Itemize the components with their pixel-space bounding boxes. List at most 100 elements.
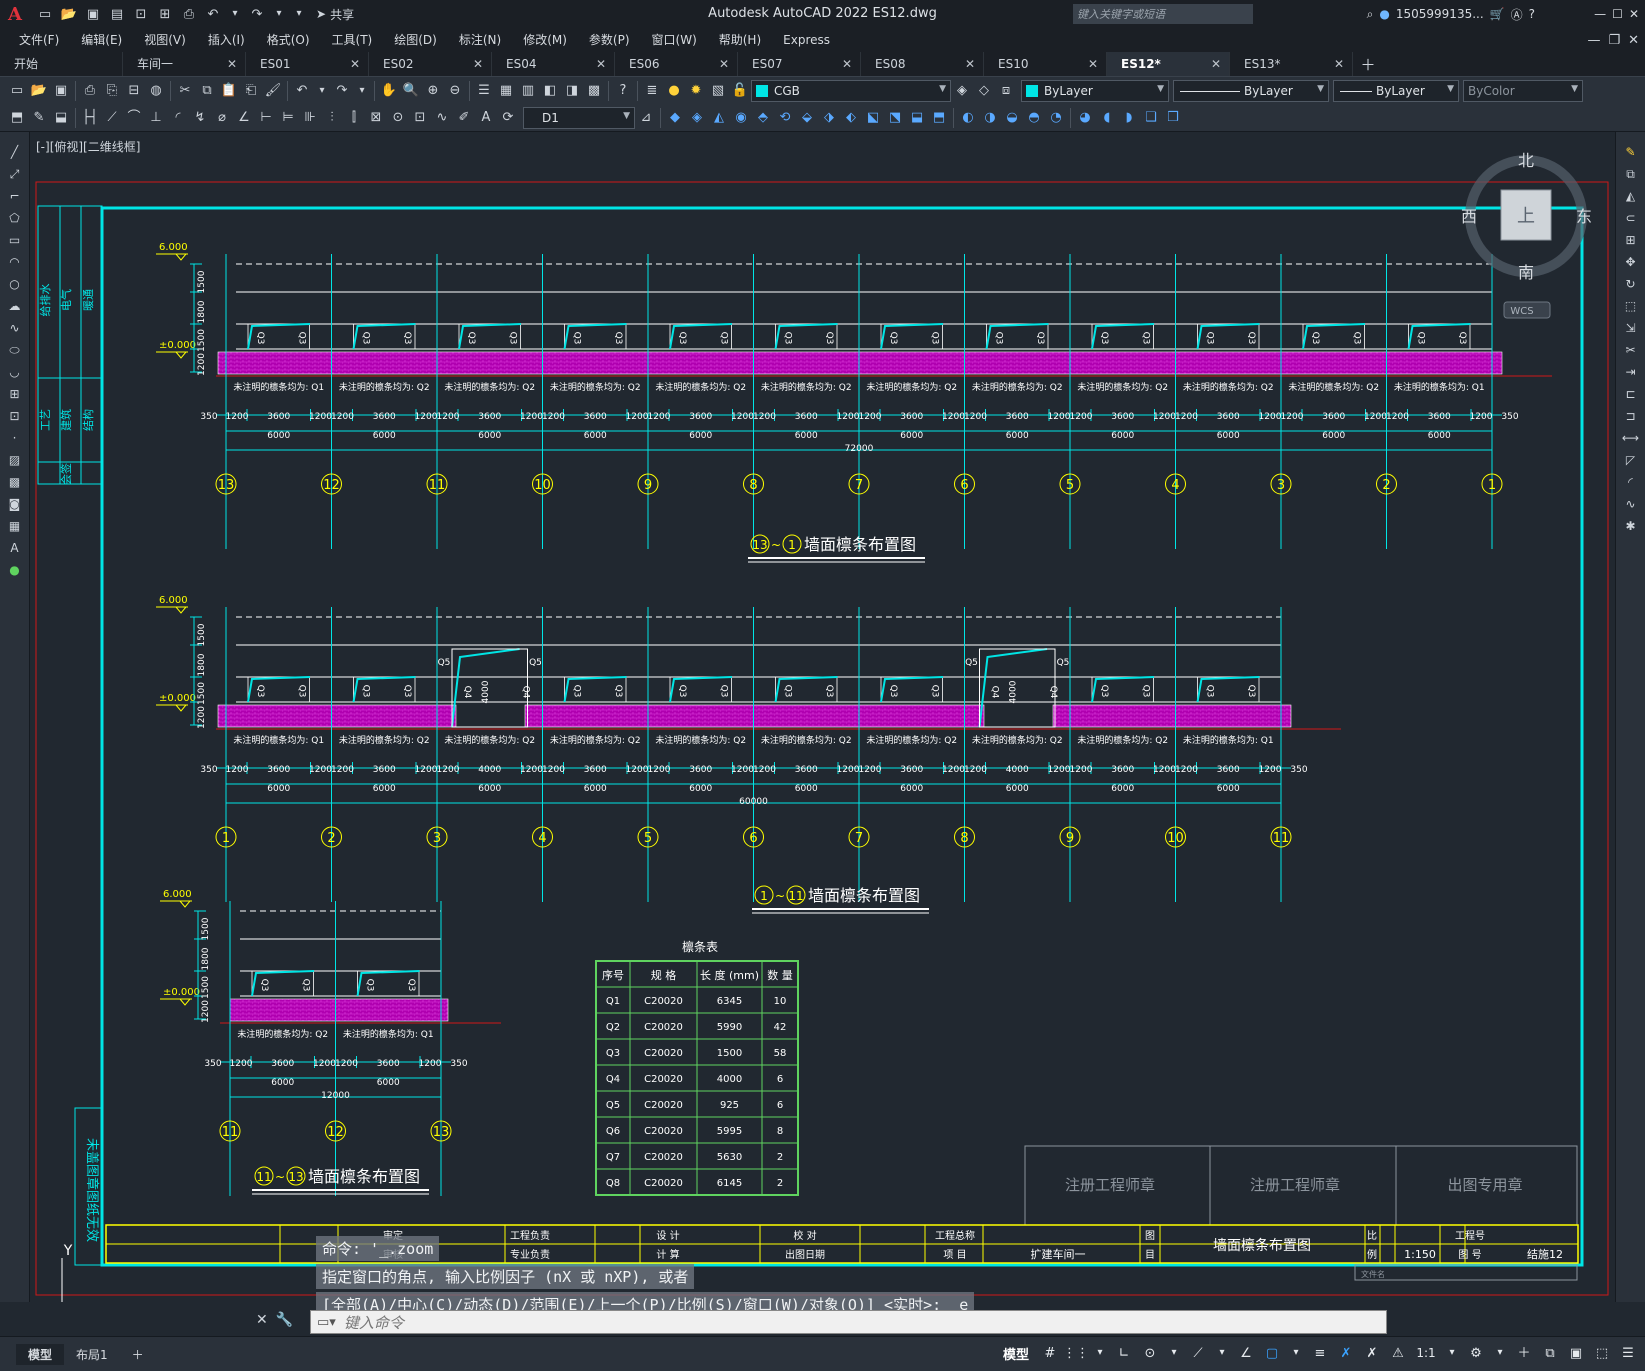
break-at-point-icon[interactable]: ⊏ — [1620, 384, 1642, 403]
ortho-icon[interactable]: ∟ — [1113, 1342, 1135, 1364]
extend-icon[interactable]: ⇥ — [1620, 362, 1642, 381]
redo-icon[interactable]: ↷ — [246, 3, 268, 25]
polygon-icon[interactable]: ⬠ — [4, 208, 26, 227]
lock-icon[interactable]: 🔓 — [729, 80, 751, 102]
spline-icon[interactable]: ∿ — [4, 318, 26, 337]
plot-icon[interactable]: ⎙ — [79, 80, 101, 102]
object-snap-icon[interactable]: ▢ — [1261, 1342, 1283, 1364]
draw-order-icon[interactable]: ⬒ — [6, 107, 28, 129]
markup-icon[interactable]: ◨ — [561, 80, 583, 102]
copy-object-icon[interactable]: ⧉ — [1620, 164, 1642, 183]
ordinate-dim-icon[interactable]: ⊥ — [145, 107, 167, 129]
mtext-icon[interactable]: A — [4, 538, 26, 557]
jogged-dim-icon[interactable]: ↯ — [189, 107, 211, 129]
3d-print-icon[interactable]: ◍ — [145, 80, 167, 102]
grid-icon[interactable]: # — [1039, 1342, 1061, 1364]
units-icon[interactable]: ⧉ — [1539, 1342, 1561, 1364]
save-icon[interactable]: ▣ — [82, 3, 104, 25]
solid-wedge-icon[interactable]: ◈ — [686, 107, 708, 129]
auto-scale-icon[interactable]: ✗ — [1361, 1342, 1383, 1364]
ellipse-icon[interactable]: ⬭ — [4, 340, 26, 359]
new-icon[interactable]: ▭ — [6, 80, 28, 102]
close-tab-icon[interactable]: ✕ — [227, 52, 237, 76]
clean-screen-icon[interactable]: ⬚ — [1591, 1342, 1613, 1364]
offset-edge-icon[interactable]: ◔ — [1045, 107, 1067, 129]
ucs-face-icon[interactable]: ◗ — [1118, 107, 1140, 129]
user-icon[interactable]: ● — [1379, 7, 1389, 21]
file-tab-1[interactable]: 车间一 ✕ — [123, 52, 246, 76]
file-tab-3[interactable]: ES02 ✕ — [369, 52, 492, 76]
redo-icon[interactable]: ↷ — [331, 80, 353, 102]
model-space-button[interactable]: 模型 — [1003, 1344, 1029, 1363]
menu-item-3[interactable]: 插入(I) — [197, 28, 256, 52]
share-button[interactable]: ➤ 共享 — [316, 6, 354, 23]
menu-item-0[interactable]: 文件(F) — [8, 28, 70, 52]
ucs-object-icon[interactable]: ❑ — [1140, 107, 1162, 129]
stretch-icon[interactable]: ⇲ — [1620, 318, 1642, 337]
publish-icon[interactable]: ⊟ — [123, 80, 145, 102]
viewport-label[interactable]: [-][俯视][二维线框] — [36, 138, 140, 155]
help-icon[interactable]: ? — [612, 80, 634, 102]
dim-edit-icon[interactable]: ✐ — [453, 107, 475, 129]
continue-dim-icon[interactable]: ⊪ — [299, 107, 321, 129]
file-tab-2[interactable]: ES01 ✕ — [246, 52, 369, 76]
file-tab-6[interactable]: ES07 ✕ — [738, 52, 861, 76]
dimstyle-select[interactable]: D1 ▼ — [523, 106, 635, 129]
subtract-icon[interactable]: ⬕ — [862, 107, 884, 129]
workspace-gear-icon[interactable]: ⚙ — [1465, 1342, 1487, 1364]
gradient-icon[interactable]: ▩ — [4, 472, 26, 491]
solid-cone-icon[interactable]: ◭ — [708, 107, 730, 129]
menu-item-7[interactable]: 标注(N) — [448, 28, 512, 52]
paste-icon[interactable]: 📋 — [218, 80, 240, 102]
rectangle-icon[interactable]: ▭ — [4, 230, 26, 249]
file-tab-5[interactable]: ES06 ✕ — [615, 52, 738, 76]
annotation-monitor-icon[interactable]: ＋ — [1513, 1342, 1535, 1364]
help-icon[interactable]: ? — [1529, 7, 1535, 21]
menu-item-1[interactable]: 编辑(E) — [70, 28, 133, 52]
ellipse-arc-icon[interactable]: ◡ — [4, 362, 26, 381]
mirror-icon[interactable]: ◭ — [1620, 186, 1642, 205]
erase-icon[interactable]: ✎ — [1620, 142, 1642, 161]
make-block-icon[interactable]: ⊡ — [4, 406, 26, 425]
menu-item-5[interactable]: 工具(T) — [321, 28, 384, 52]
layer-walk-icon[interactable]: ⬓ — [50, 107, 72, 129]
properties-icon[interactable]: ☰ — [473, 80, 495, 102]
ucs-icon[interactable]: ◕ — [1074, 107, 1096, 129]
open-icon[interactable]: 📂 — [28, 80, 50, 102]
text-icon[interactable]: ✎ — [28, 107, 50, 129]
close-tab-icon[interactable]: ✕ — [1334, 52, 1344, 76]
file-tab-8[interactable]: ES10 ✕ — [984, 52, 1107, 76]
close-icon[interactable]: ✕ — [1629, 7, 1639, 21]
close-tab-icon[interactable]: ✕ — [350, 52, 360, 76]
fillet-edge-icon[interactable]: ◑ — [979, 107, 1001, 129]
arc-length-icon[interactable]: ⌒ — [123, 107, 145, 129]
close-tab-icon[interactable]: ✕ — [842, 52, 852, 76]
angular-dim-icon[interactable]: ∠ — [233, 107, 255, 129]
layer-properties-icon[interactable]: ≣ — [641, 80, 663, 102]
a360-icon[interactable]: Ⓐ — [1511, 6, 1523, 23]
undo-icon[interactable]: ↶ — [291, 80, 313, 102]
cloud-open-icon[interactable]: ⊡ — [130, 3, 152, 25]
bulb-icon[interactable]: ● — [663, 80, 685, 102]
menu-item-12[interactable]: Express — [772, 28, 841, 52]
baseline-dim-icon[interactable]: ⊨ — [277, 107, 299, 129]
layer-select[interactable]: CGB ▼ — [751, 79, 951, 102]
undo-dropdown-icon[interactable]: ▾ — [313, 80, 331, 102]
lineweight-icon[interactable]: ≡ — [1309, 1342, 1331, 1364]
plot-icon[interactable]: ⎙ — [178, 3, 200, 25]
maximize-icon[interactable]: ☐ — [1612, 7, 1623, 21]
isodraft-dropdown-icon[interactable]: ▾ — [1213, 1342, 1231, 1364]
redo-dropdown-icon[interactable]: ▾ — [353, 80, 371, 102]
make-current-layer-icon[interactable]: ◈ — [951, 80, 973, 102]
rotate-icon[interactable]: ↻ — [1620, 274, 1642, 293]
ucs-world-icon[interactable]: ◖ — [1096, 107, 1118, 129]
dim-break-icon[interactable]: ⫿ — [343, 107, 365, 129]
layer-previous-icon[interactable]: ◇ — [973, 80, 995, 102]
layout-tab-layout1[interactable]: 布局1 — [64, 1344, 120, 1365]
explode-icon[interactable]: ✱ — [1620, 516, 1642, 535]
polyline-icon[interactable]: ⌐ — [4, 186, 26, 205]
quickcalc-icon[interactable]: ▩ — [583, 80, 605, 102]
close-tab-icon[interactable]: ✕ — [1088, 52, 1098, 76]
region-icon[interactable]: ◙ — [4, 494, 26, 513]
menu-item-10[interactable]: 窗口(W) — [641, 28, 708, 52]
